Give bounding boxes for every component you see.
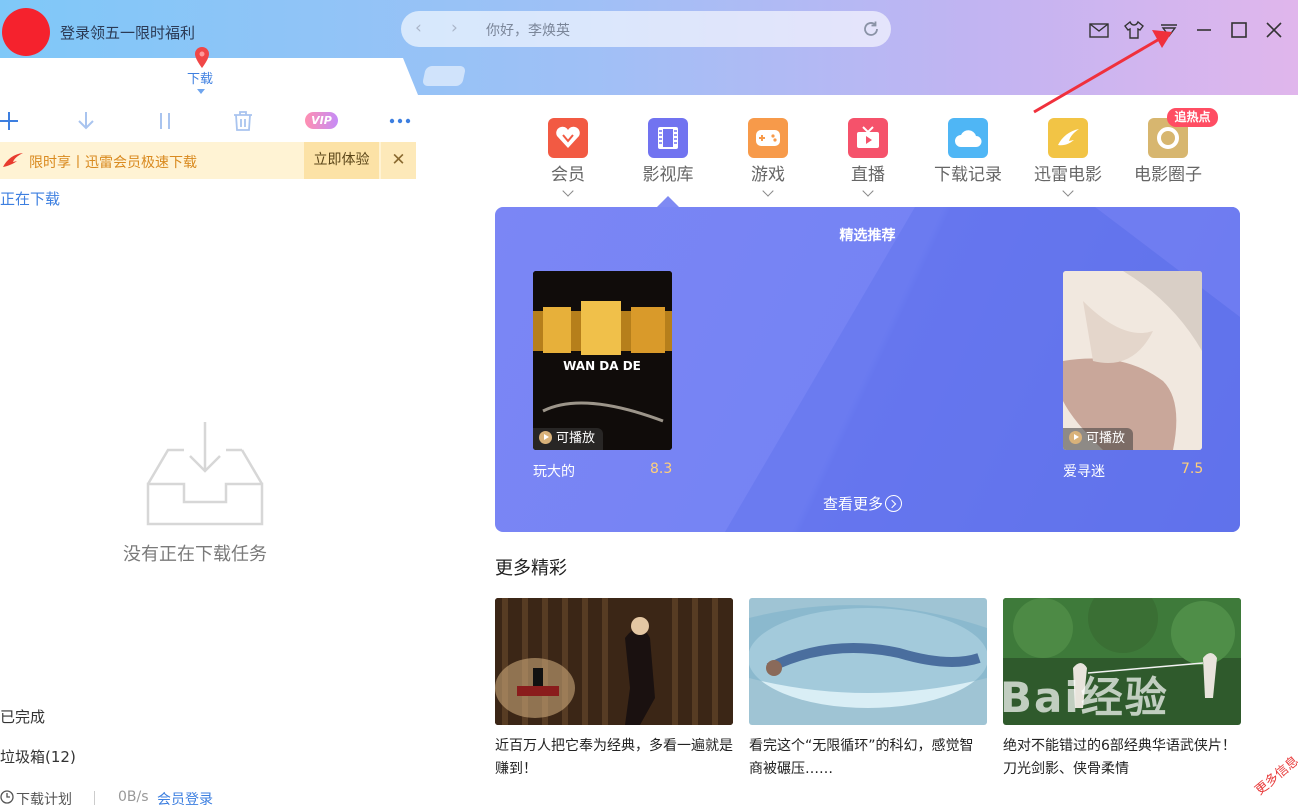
chevron-down-icon[interactable] [762, 185, 774, 197]
nav-item-label: 游戏 [751, 165, 785, 185]
nav-item-games[interactable]: 游戏 [723, 118, 813, 197]
thunder-bird-icon [3, 153, 23, 167]
more-card[interactable]: 看完这个“无限循环”的科幻，感觉智商被碾压…… [749, 598, 987, 781]
more-options-icon[interactable] [387, 108, 413, 134]
vip-heart-icon [548, 118, 588, 158]
poster-art-aixunmi [1063, 271, 1202, 450]
play-icon [539, 431, 552, 444]
see-more-link[interactable]: 查看更多 [823, 493, 903, 514]
location-pin-icon [195, 47, 209, 68]
annotation-arrow-icon [1033, 30, 1172, 114]
trash-category[interactable]: 垃圾箱(12) [0, 746, 76, 767]
movie-poster-aixunmi[interactable]: 可播放 [1063, 271, 1202, 450]
card-thumbnail [749, 598, 987, 725]
playable-tag: 可播放 [1063, 428, 1134, 450]
chevron-down-icon[interactable] [1062, 185, 1074, 197]
more-card[interactable]: 近百万人把它奉为经典，多看一遍就是赚到！ [495, 598, 733, 781]
vip-login-link[interactable]: 会员登录 [157, 789, 213, 805]
downloading-category[interactable]: 正在下载 [0, 188, 60, 209]
tv-icon [848, 118, 888, 158]
back-icon[interactable]: ‹ [415, 18, 422, 38]
minimize-icon[interactable] [1193, 19, 1215, 41]
add-task-icon[interactable] [0, 108, 22, 134]
nav-item-film-library[interactable]: 影视库 [623, 118, 713, 185]
poster-art-wandade: WAN DA DE [533, 271, 672, 450]
status-divider [94, 791, 95, 805]
thumbnail-stage-image [495, 598, 733, 725]
card-caption[interactable]: 近百万人把它奉为经典，多看一遍就是赚到！ [495, 735, 733, 781]
bird-icon [1048, 118, 1088, 158]
login-promo-link[interactable]: 登录领五一限时福利 [60, 22, 195, 43]
play-icon [1069, 431, 1082, 444]
nav-item-label: 直播 [851, 165, 885, 185]
nav-item-movie-circle[interactable]: 电影圈子 [1123, 118, 1213, 185]
movie-poster-wandade[interactable]: WAN DA DE 可播放 [533, 271, 672, 450]
completed-category[interactable]: 已完成 [0, 706, 45, 727]
clock-icon [0, 790, 14, 804]
playable-tag-text: 可播放 [556, 431, 596, 446]
movie-score: 8.3 [650, 461, 673, 477]
chevron-down-icon[interactable] [862, 185, 874, 197]
movie-title[interactable]: 爱寻迷 [1063, 461, 1105, 481]
avatar[interactable] [2, 8, 50, 56]
see-more-label: 查看更多 [823, 495, 884, 513]
address-bar-greeting: 你好，李焕英 [486, 23, 570, 39]
empty-state-text: 没有正在下载任务 [123, 544, 267, 565]
tab-caret-icon [197, 89, 205, 94]
film-icon [648, 118, 688, 158]
nav-item-label: 下载记录 [934, 165, 1002, 185]
vip-promo-banner: 限时享丨迅雷会员极速下载 立即体验 ✕ [0, 142, 416, 179]
thumbnail-scifi-image [749, 598, 987, 725]
cloud-icon [948, 118, 988, 158]
arrow-right-circle-icon [885, 495, 903, 512]
gamepad-icon [748, 118, 788, 158]
card-thumbnail [495, 598, 733, 725]
chevron-down-icon[interactable] [562, 185, 574, 197]
download-speed: 0B/s [118, 789, 149, 805]
hot-topics-badge[interactable]: 追热点 [1167, 108, 1218, 127]
tab-download-label: 下载 [187, 72, 214, 87]
more-section-title: 更多精彩 [495, 558, 567, 579]
nav-item-download-history[interactable]: 下载记录 [923, 118, 1013, 185]
start-download-icon[interactable] [73, 108, 99, 134]
nav-item-label: 迅雷电影 [1034, 165, 1102, 185]
close-icon[interactable] [1263, 19, 1285, 41]
refresh-icon[interactable] [861, 19, 881, 39]
promo-text[interactable]: 限时享丨迅雷会员极速下载 [29, 152, 197, 172]
empty-inbox-icon [146, 422, 264, 526]
nav-item-live[interactable]: 直播 [823, 118, 913, 197]
playable-tag-text: 可播放 [1086, 431, 1126, 446]
nav-item-label: 电影圈子 [1134, 165, 1202, 185]
promo-close-icon[interactable]: ✕ [381, 142, 416, 179]
card-caption[interactable]: 看完这个“无限循环”的科幻，感觉智商被碾压…… [749, 735, 987, 781]
baidu-watermark: Bai经验 [1000, 673, 1169, 722]
address-bar[interactable]: ‹ › 你好，李焕英 [401, 11, 891, 47]
vip-badge[interactable]: VIP [305, 112, 338, 129]
featured-title: 精选推荐 [839, 228, 896, 244]
playable-tag: 可播放 [533, 428, 604, 450]
card-caption[interactable]: 绝对不能错过的6部经典华语武侠片！刀光剑影、侠骨柔情 [1003, 735, 1241, 781]
forward-icon[interactable]: › [451, 18, 458, 38]
featured-panel: 精选推荐 WAN DA DE 可播放 玩大的 8.3 可播放 爱寻迷 7.5 查… [495, 207, 1240, 532]
corner-stamp: 更多信息 [1252, 753, 1298, 799]
try-now-button[interactable]: 立即体验 [304, 142, 379, 179]
download-plan-link[interactable]: 下载计划 [16, 789, 72, 805]
poster-title-text: WAN DA DE [563, 359, 641, 373]
pause-icon[interactable] [152, 108, 178, 134]
movie-score: 7.5 [1181, 461, 1204, 477]
nav-item-xunlei-movie[interactable]: 迅雷电影 [1023, 118, 1113, 197]
nav-item-label: 会员 [551, 165, 585, 185]
movie-title[interactable]: 玩大的 [533, 461, 575, 481]
tab-secondary[interactable] [421, 66, 467, 86]
nav-item-vip[interactable]: 会员 [523, 118, 613, 197]
delete-icon[interactable] [230, 108, 256, 134]
maximize-icon[interactable] [1228, 19, 1250, 41]
nav-item-label: 影视库 [642, 165, 694, 185]
